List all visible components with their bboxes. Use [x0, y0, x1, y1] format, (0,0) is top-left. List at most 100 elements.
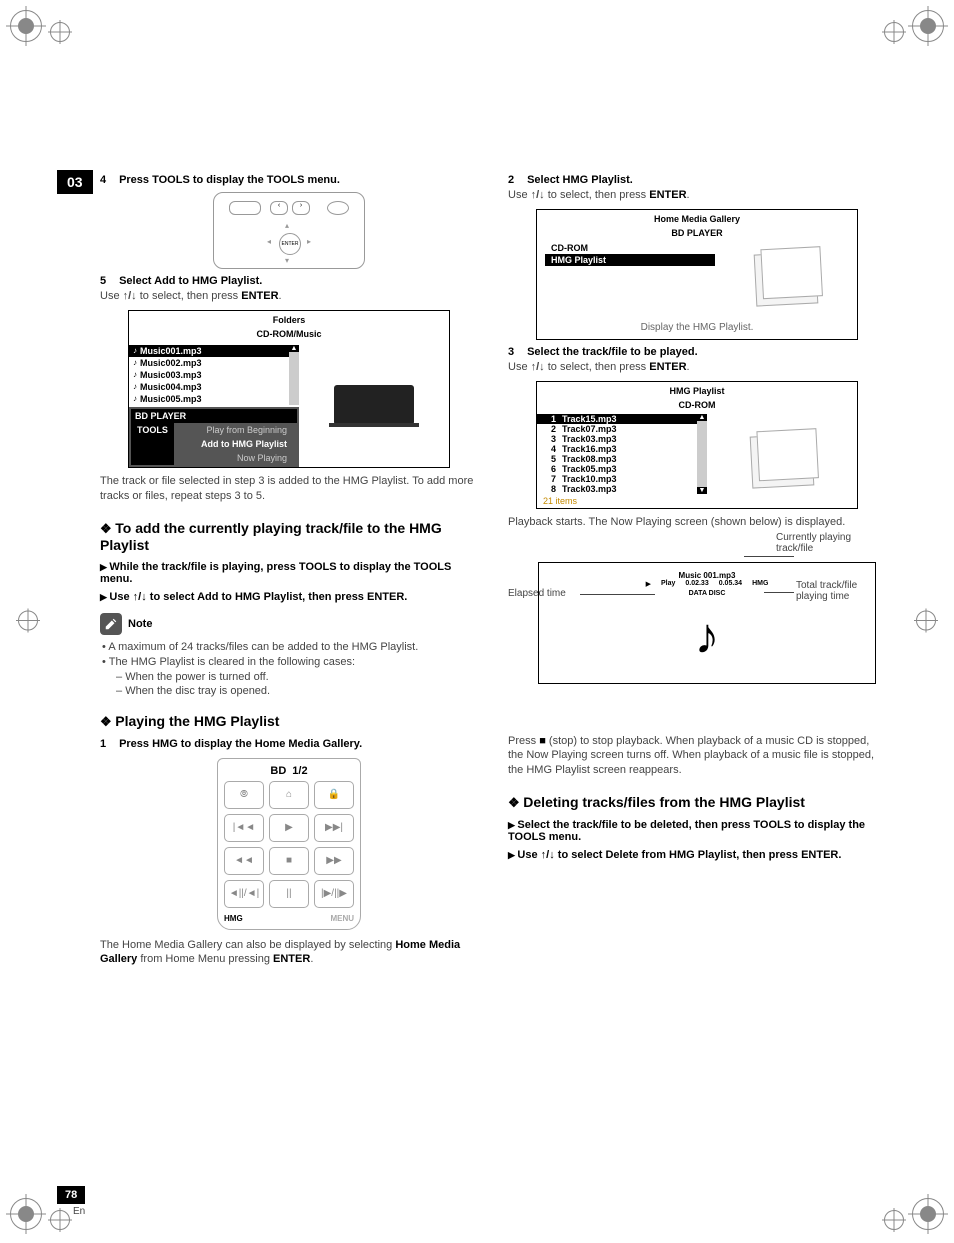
- note-subitem-a: When the power is turned off.: [128, 671, 478, 683]
- left-column: 4 Press TOOLS to display the TOOLS menu.…: [100, 168, 478, 969]
- step-2-body: Use ↑/↓ to select, then press ENTER.: [508, 188, 886, 203]
- crop-mark-ml: [10, 610, 46, 633]
- annot-current: Currently playing track/file: [776, 532, 886, 554]
- track-row: 6Track05.mp3: [537, 464, 697, 474]
- page-number: 78: [57, 1186, 85, 1204]
- hmg-button-label: HMG: [224, 914, 243, 923]
- note-label: Note: [128, 618, 152, 630]
- heading-playing-hmg: Playing the HMG Playlist: [100, 713, 478, 730]
- list-item: ♪Music003.mp3: [129, 369, 289, 381]
- crop-mark-tr: [876, 10, 944, 45]
- folders-title: Folders: [129, 311, 449, 329]
- instruction-delete-confirm: Use ↑/↓ to select Delete from HMG Playli…: [508, 849, 886, 861]
- remote-button: ▶▶|: [314, 814, 354, 842]
- item-count: 21 items: [537, 494, 707, 508]
- chapter-tab: 03: [57, 170, 93, 194]
- remote-button: ⦾: [224, 781, 264, 809]
- elapsed-time: 0.02.33: [685, 580, 708, 588]
- folders-screenshot: Folders CD-ROM/Music ♪Music001.mp3 ♪Musi…: [128, 310, 450, 468]
- scroll-indicator: ▲▼: [697, 414, 707, 494]
- menu-option-selected: Add to HMG Playlist: [174, 437, 297, 451]
- track-row: 2Track07.mp3: [537, 424, 697, 434]
- list-item: ♪Music002.mp3: [129, 357, 289, 369]
- remote-button: ◄||/◄|: [224, 880, 264, 908]
- step-3-body: Use ↑/↓ to select, then press ENTER.: [508, 360, 886, 375]
- total-time: 0.05.34: [719, 580, 742, 588]
- device-image: [334, 385, 414, 425]
- track-row: 7Track10.mp3: [537, 474, 697, 484]
- after-box2-text: Playback starts. The Now Playing screen …: [508, 515, 886, 530]
- step-5-body: Use ↑/↓ to select, then press ENTER.: [100, 289, 478, 304]
- track-row: 4Track16.mp3: [537, 444, 697, 454]
- music-note-icon: ♪: [133, 370, 137, 379]
- music-note-icon: ♪: [133, 346, 137, 355]
- note-item-2: The HMG Playlist is cleared in the follo…: [112, 656, 478, 668]
- remote-button: 🔒: [314, 781, 354, 809]
- hmg-playlist-screenshot: HMG Playlist CD-ROM 1Track15.mp3 2Track0…: [536, 381, 858, 509]
- music-note-icon: ♪: [133, 382, 137, 391]
- folder-image: [750, 433, 815, 488]
- step-1-hmg: 1 Press HMG to display the Home Media Ga…: [100, 738, 478, 750]
- track-row: 8Track03.mp3: [537, 484, 697, 494]
- remote-button: |▶/||▶: [314, 880, 354, 908]
- heading-add-playing: To add the currently playing track/file …: [100, 520, 478, 553]
- menu-option: Play from Beginning: [174, 423, 297, 437]
- music-note-icon: ♪: [133, 358, 137, 367]
- updown-icon: ↑/↓: [531, 361, 545, 373]
- remote-button: ▶: [269, 814, 309, 842]
- updown-icon: ↑/↓: [531, 189, 545, 201]
- lang-label: En: [73, 1206, 85, 1217]
- remote-button: ||: [269, 880, 309, 908]
- step-2: 2 Select HMG Playlist.: [508, 174, 886, 186]
- pencil-icon: [100, 613, 122, 635]
- tab-cdrom: CD-ROM: [545, 242, 715, 254]
- updown-icon: ↑/↓: [123, 290, 137, 302]
- note-subitem-b: When the disc tray is opened.: [128, 685, 478, 697]
- crop-mark-mr: [908, 610, 944, 633]
- music-note-icon: ♪: [547, 607, 867, 665]
- music-note-icon: ♪: [133, 394, 137, 403]
- step-5-num: 5: [100, 275, 116, 287]
- remote-button: |◄◄: [224, 814, 264, 842]
- gallery-screenshot: Home Media Gallery BD PLAYER CD-ROM HMG …: [536, 209, 858, 340]
- after-folders-text: The track or file selected in step 3 is …: [100, 474, 478, 504]
- right-column: 2 Select HMG Playlist. Use ↑/↓ to select…: [508, 168, 886, 969]
- menu-button-label: MENU: [330, 914, 354, 923]
- step-4: 4 Press TOOLS to display the TOOLS menu.: [100, 174, 478, 186]
- remote-button: ◄◄: [224, 847, 264, 875]
- folders-sub: CD-ROM/Music: [129, 329, 449, 343]
- crop-mark-br: [876, 1198, 944, 1233]
- now-playing-screenshot: Music 001.mp3 ▶ Play 0.02.33 0.05.34 HMG…: [538, 562, 876, 684]
- stop-icon: ■: [539, 735, 546, 747]
- instruction-press-tools: While the track/file is playing, press T…: [100, 561, 478, 585]
- remote-button: ⌂: [269, 781, 309, 809]
- play-icon: ▶: [646, 580, 651, 588]
- step-4-num: 4: [100, 174, 116, 186]
- enter-button: ENTER: [279, 233, 301, 255]
- step-5-text: Select Add to HMG Playlist.: [119, 275, 262, 287]
- list-item: ♪Music004.mp3: [129, 381, 289, 393]
- list-item: ♪Music001.mp3: [129, 345, 289, 357]
- after-remote-text: The Home Media Gallery can also be displ…: [100, 938, 478, 968]
- remote-bd-illustration: BD 1/2 ⦾ ⌂ 🔒 |◄◄ ▶ ▶▶| ◄◄ ■ ▶▶ ◄||/◄| ||…: [217, 758, 361, 930]
- remote-button: ▶▶: [314, 847, 354, 875]
- track-row: 1Track15.mp3: [537, 414, 697, 424]
- step-5: 5 Select Add to HMG Playlist.: [100, 275, 478, 287]
- heading-deleting: Deleting tracks/files from the HMG Playl…: [508, 794, 886, 811]
- list-item: ♪Music005.mp3: [129, 393, 289, 405]
- track-list: 1Track15.mp3 2Track07.mp3 3Track03.mp3 4…: [537, 414, 697, 494]
- gallery-caption: Display the HMG Playlist.: [537, 316, 857, 339]
- now-playing-track: Music 001.mp3: [547, 571, 867, 580]
- source-label: HMG: [752, 580, 768, 588]
- tab-hmg-playlist: HMG Playlist: [545, 254, 715, 266]
- after-play-text: Press ■ (stop) to stop playback. When pl…: [508, 734, 886, 779]
- note-item-1: A maximum of 24 tracks/files can be adde…: [112, 641, 478, 653]
- folder-image: [754, 251, 819, 306]
- note-block: Note: [100, 613, 478, 635]
- menu-option: Now Playing: [174, 451, 297, 465]
- tools-menu: BD PLAYER TOOLS Play from Beginning Add …: [129, 407, 299, 467]
- instruction-select-add: Use ↑/↓ to select Add to HMG Playlist, t…: [100, 591, 478, 603]
- scroll-indicator: ▲: [289, 345, 299, 405]
- step-3: 3 Select the track/file to be played.: [508, 346, 886, 358]
- crop-mark-tl: [10, 10, 78, 45]
